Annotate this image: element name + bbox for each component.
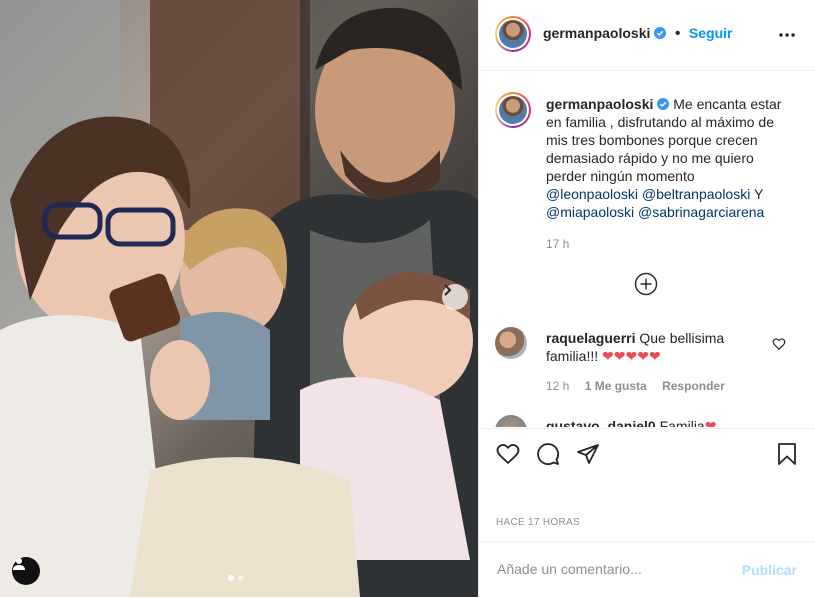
post-sidebar: germanpaoloski • Seguir germanpaoloski M… [478,0,815,597]
comment-likes[interactable]: 1 Me gusta [585,379,647,393]
verified-badge-icon [657,98,670,110]
comment-input[interactable] [495,560,729,578]
comment-icon[interactable] [536,442,560,466]
comment-username[interactable]: raquelaguerri [546,330,635,346]
caption-author-avatar[interactable] [495,92,531,128]
comment-text: Familia [659,418,705,427]
post-caption: germanpaoloski Me encanta estar en famil… [546,95,786,253]
comment-time[interactable]: 12 h [546,379,569,393]
caption-username[interactable]: germanpaoloski [546,96,653,112]
next-image-button[interactable] [442,284,468,310]
carousel-dot-active [228,575,234,581]
chevron-right-icon [444,284,452,296]
more-options-icon[interactable] [777,27,797,43]
comment-item: raquelaguerri Que bellisima familia!!! ❤… [546,329,766,365]
action-bar [479,428,815,484]
comment-item: gustavo_daniel0 Familia❤ [546,417,786,427]
comment-hearts: ❤ [704,418,717,427]
follow-button[interactable]: Seguir [689,25,733,41]
verified-badge-icon [654,27,667,39]
mention-link[interactable]: @leonpaoloski [546,186,638,202]
plus-circle-icon[interactable] [634,272,658,296]
caption-timestamp[interactable]: 17 h [546,235,786,253]
comments-section: germanpaoloski Me encanta estar en famil… [479,71,815,427]
user-tag-icon [13,558,25,570]
comment-like-heart-icon[interactable] [772,337,786,351]
comment-hearts: ❤❤❤❤❤ [602,348,661,364]
author-avatar[interactable] [495,16,531,52]
separator-dot: • [674,25,681,42]
mention-link[interactable]: @miapaoloski [546,204,634,220]
instagram-post: germanpaoloski • Seguir germanpaoloski M… [0,0,815,597]
author-username[interactable]: germanpaoloski [543,25,650,41]
add-comment-bar: Publicar [479,541,815,598]
share-icon[interactable] [576,442,600,466]
comment-username[interactable]: gustavo_daniel0 [546,418,656,427]
heart-icon[interactable] [496,442,520,466]
caption-connector: Y [753,186,764,202]
commenter-avatar[interactable] [495,327,527,359]
mention-link[interactable]: @beltranpaoloski [642,186,750,202]
tagged-users-button[interactable] [12,557,40,585]
post-header: germanpaoloski • Seguir [479,0,815,71]
reply-button[interactable]: Responder [662,379,725,393]
commenter-avatar[interactable] [495,415,527,427]
bookmark-icon[interactable] [775,442,799,466]
mention-link[interactable]: @sabrinagarciarena [638,204,764,220]
carousel-dot [238,575,244,581]
comment-meta: 12 h 1 Me gusta Responder [546,379,737,393]
post-photo[interactable] [0,0,478,597]
post-date[interactable]: HACE 17 HORAS [496,517,580,528]
family-photo-illustration [0,0,478,597]
publish-button[interactable]: Publicar [742,562,797,578]
carousel-indicator [228,575,244,581]
header-user-line: germanpaoloski • Seguir [543,25,732,43]
